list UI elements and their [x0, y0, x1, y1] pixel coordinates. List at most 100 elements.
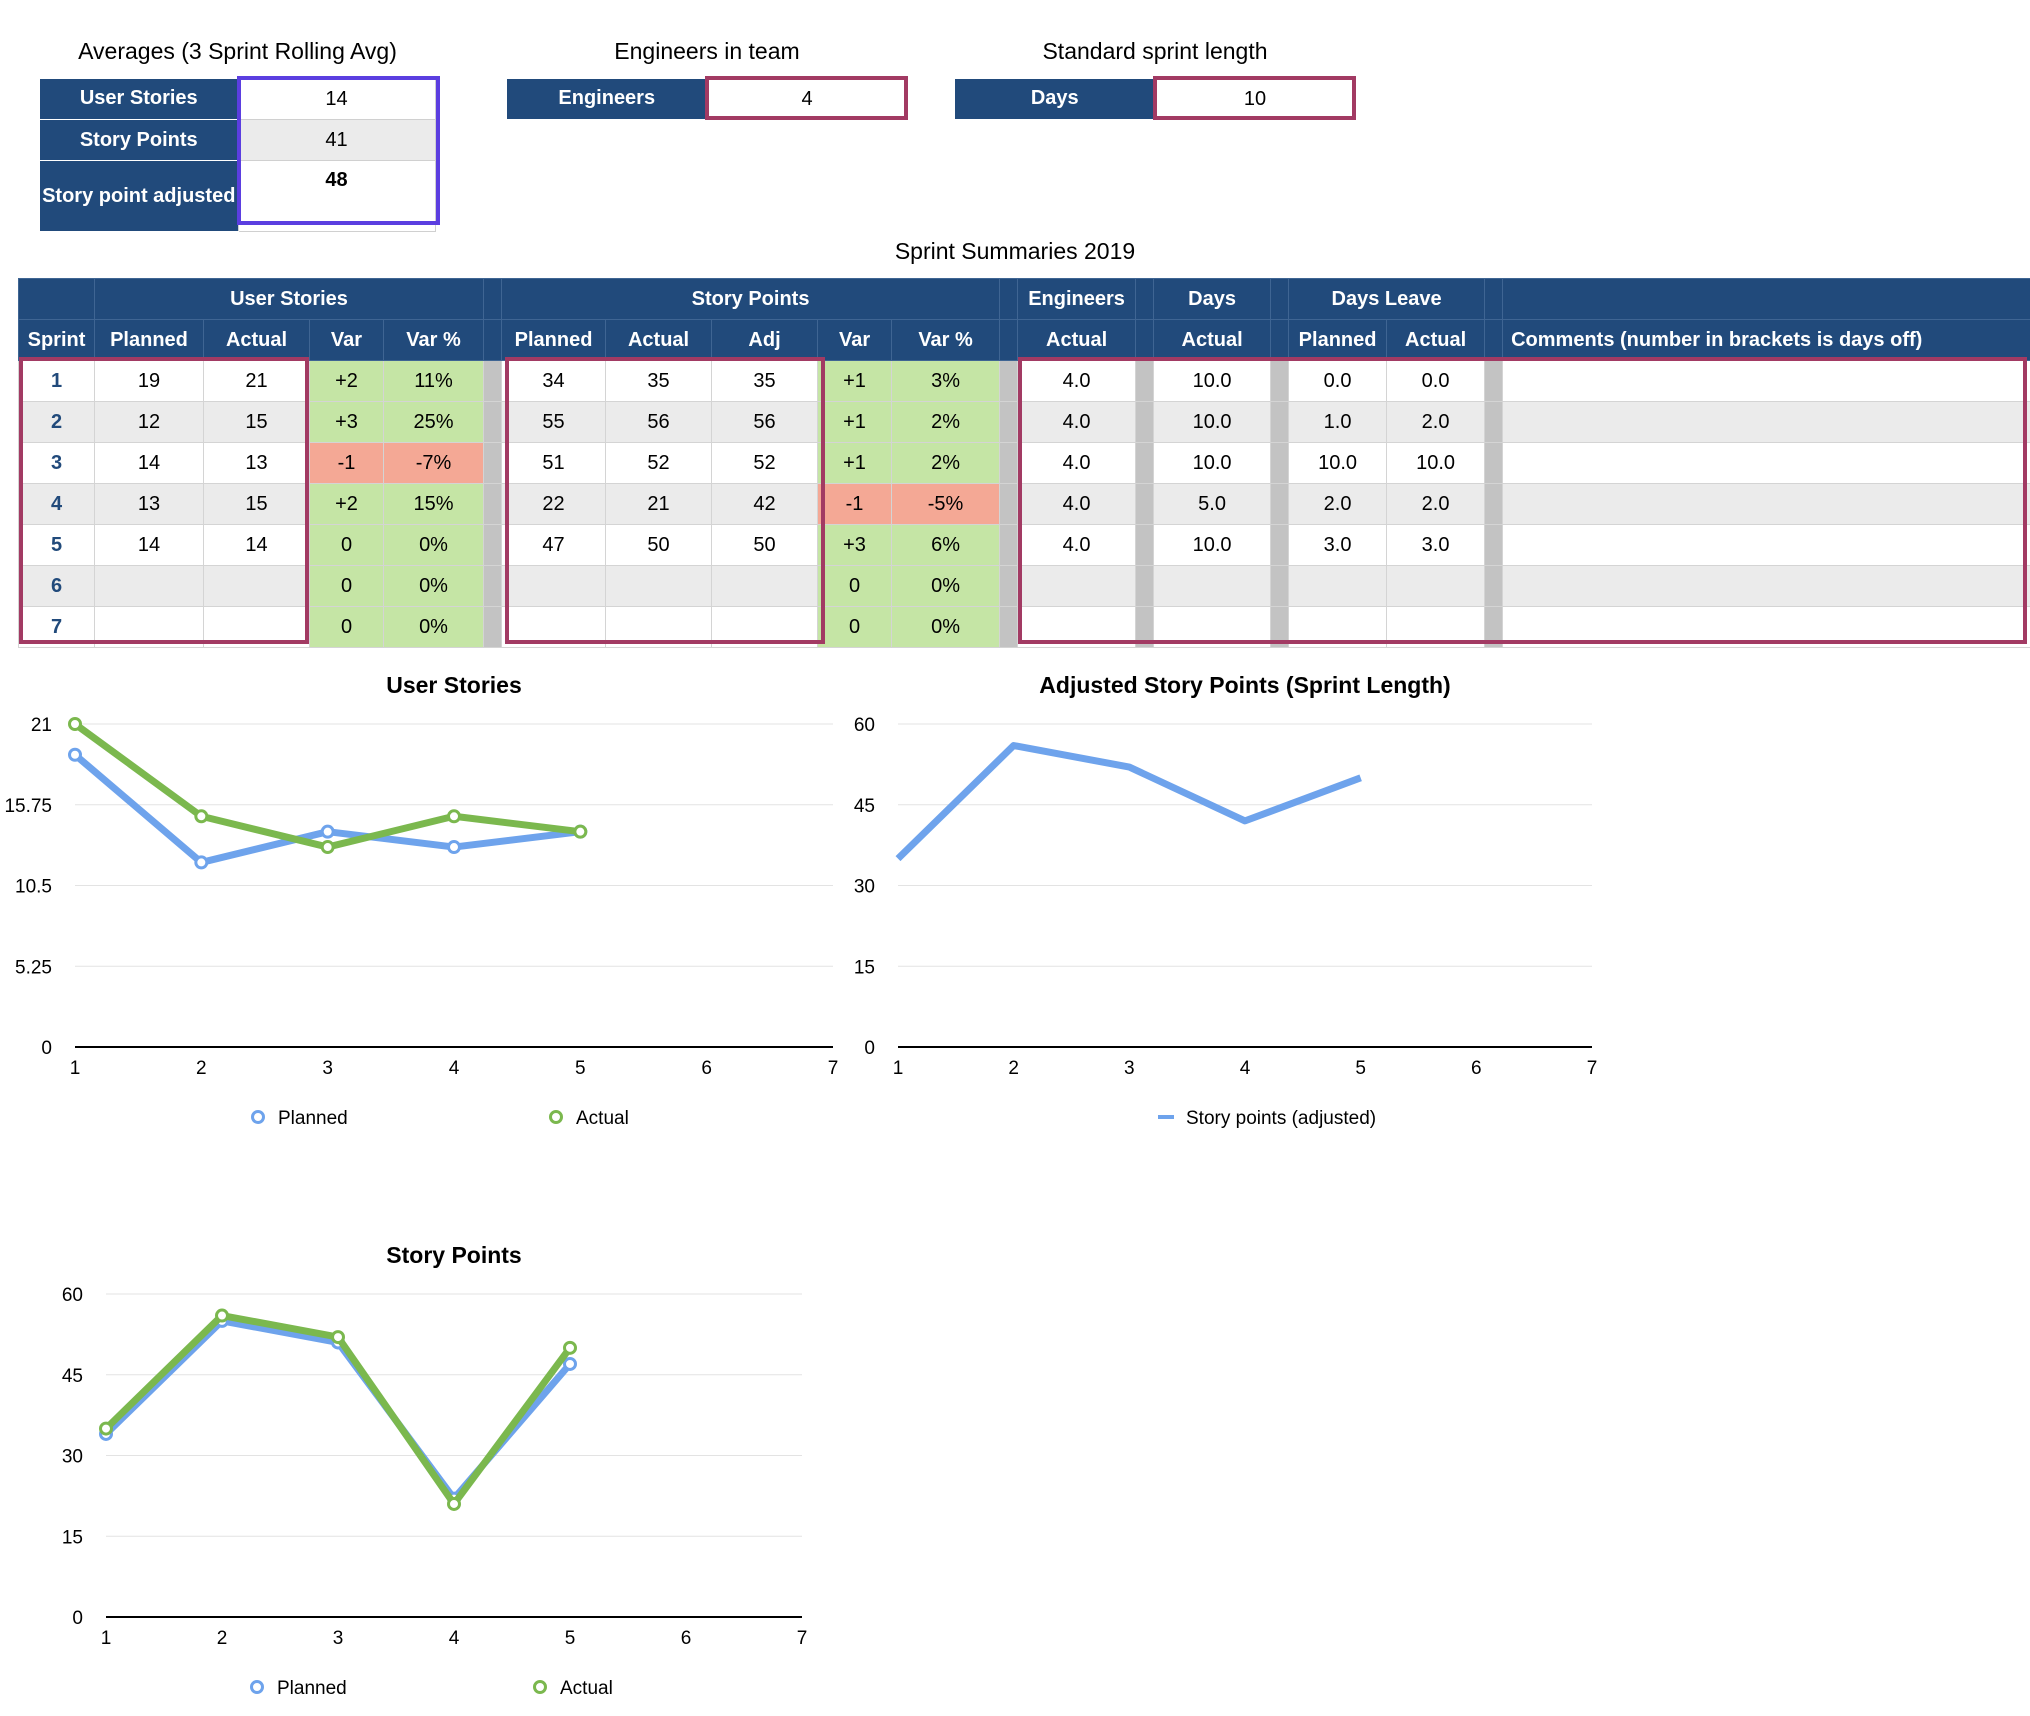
cell-us-planned[interactable]	[94, 565, 204, 607]
engineers-value[interactable]: 4	[706, 78, 908, 120]
cell-comments[interactable]	[1502, 360, 2030, 402]
data-point[interactable]	[563, 1340, 577, 1355]
cell-us-actual[interactable]: 13	[203, 442, 310, 484]
legend-item[interactable]: Actual	[549, 1108, 629, 1129]
cell-sp-actual[interactable]: 52	[605, 442, 713, 484]
cell-comments[interactable]	[1502, 606, 2030, 648]
cell-leave-planned[interactable]	[1288, 606, 1388, 648]
cell-sp-actual[interactable]: 56	[605, 401, 713, 443]
cell-engineers-actual[interactable]: 4.0	[1017, 360, 1137, 402]
data-point[interactable]	[215, 1308, 229, 1323]
averages-value-user-stories[interactable]: 14	[237, 78, 436, 120]
data-point[interactable]	[573, 824, 588, 839]
engineers-label: Engineers	[507, 78, 707, 120]
cell-days-actual[interactable]: 10.0	[1153, 401, 1272, 443]
legend-item[interactable]: Planned	[251, 1108, 348, 1129]
cell-leave-actual[interactable]: 2.0	[1386, 401, 1486, 443]
averages-value-story-points[interactable]: 41	[237, 119, 436, 161]
cell-sp-planned[interactable]: 47	[501, 524, 607, 566]
cell-sp-planned[interactable]: 51	[501, 442, 607, 484]
cell-leave-actual[interactable]: 2.0	[1386, 483, 1486, 525]
cell-leave-planned[interactable]	[1288, 565, 1388, 607]
data-point[interactable]	[68, 717, 82, 731]
cell-sp-planned[interactable]	[501, 565, 607, 607]
cell-comments[interactable]	[1502, 524, 2030, 566]
cell-days-actual[interactable]: 10.0	[1153, 442, 1272, 484]
data-point[interactable]	[447, 1496, 461, 1511]
cell-engineers-actual[interactable]: 4.0	[1017, 442, 1137, 484]
averages-value-story-point-adjusted[interactable]: 48	[237, 160, 436, 232]
cell-leave-planned[interactable]: 3.0	[1288, 524, 1388, 566]
data-point[interactable]	[331, 1330, 345, 1345]
cell-comments[interactable]	[1502, 565, 2030, 607]
cell-days-actual[interactable]: 10.0	[1153, 524, 1272, 566]
cell-us-planned[interactable]: 12	[94, 401, 204, 443]
legend-item[interactable]: Story points (adjusted)	[1158, 1108, 1376, 1129]
cell-us-actual[interactable]	[203, 565, 310, 607]
cell-sp-actual[interactable]: 21	[605, 483, 713, 525]
legend-item[interactable]: Actual	[533, 1678, 613, 1699]
data-point[interactable]	[194, 809, 209, 824]
cell-sp-planned[interactable]: 34	[501, 360, 607, 402]
cell-engineers-actual[interactable]: 4.0	[1017, 483, 1137, 525]
cell-sp-actual[interactable]	[605, 565, 713, 607]
cell-leave-actual[interactable]	[1386, 565, 1486, 607]
cell-leave-actual[interactable]	[1386, 606, 1486, 648]
data-point[interactable]	[68, 747, 82, 762]
cell-leave-actual[interactable]: 3.0	[1386, 524, 1486, 566]
data-point[interactable]	[320, 824, 335, 839]
cell-leave-planned[interactable]: 10.0	[1288, 442, 1388, 484]
cell-us-planned[interactable]: 13	[94, 483, 204, 525]
cell-sp-actual[interactable]: 50	[605, 524, 713, 566]
cell-sp-adj[interactable]: 50	[711, 524, 819, 566]
cell-days-actual[interactable]	[1153, 565, 1272, 607]
cell-us-actual[interactable]: 15	[203, 483, 310, 525]
cell-us-actual[interactable]: 14	[203, 524, 310, 566]
cell-us-actual[interactable]: 15	[203, 401, 310, 443]
cell-sp-adj[interactable]: 52	[711, 442, 819, 484]
cell-engineers-actual[interactable]: 4.0	[1017, 401, 1137, 443]
data-point[interactable]	[447, 840, 461, 855]
y-tick-label: 0	[72, 1608, 83, 1629]
cell-sp-adj[interactable]	[711, 606, 819, 648]
cell-leave-planned[interactable]: 0.0	[1288, 360, 1388, 402]
cell-sp-adj[interactable]	[711, 565, 819, 607]
legend-item[interactable]: Planned	[250, 1678, 347, 1699]
cell-us-planned[interactable]: 14	[94, 524, 204, 566]
cell-leave-actual[interactable]: 10.0	[1386, 442, 1486, 484]
data-point[interactable]	[563, 1356, 577, 1371]
cell-sp-planned[interactable]	[501, 606, 607, 648]
cell-leave-planned[interactable]: 1.0	[1288, 401, 1388, 443]
cell-days-actual[interactable]: 10.0	[1153, 360, 1272, 402]
cell-us-actual[interactable]: 21	[203, 360, 310, 402]
cell-engineers-actual[interactable]	[1017, 606, 1137, 648]
cell-sp-adj[interactable]: 42	[711, 483, 819, 525]
data-point[interactable]	[320, 840, 335, 855]
cell-us-actual[interactable]	[203, 606, 310, 648]
cell-sp-actual[interactable]	[605, 606, 713, 648]
cell-leave-actual[interactable]: 0.0	[1386, 360, 1486, 402]
legend-marker-icon	[250, 1680, 264, 1694]
cell-us-planned[interactable]	[94, 606, 204, 648]
cell-sp-adj[interactable]: 56	[711, 401, 819, 443]
cell-sprint: 4	[18, 483, 95, 525]
cell-leave-planned[interactable]: 2.0	[1288, 483, 1388, 525]
data-point[interactable]	[194, 855, 209, 870]
cell-sp-planned[interactable]: 55	[501, 401, 607, 443]
cell-sp-adj[interactable]: 35	[711, 360, 819, 402]
cell-sp-actual[interactable]: 35	[605, 360, 713, 402]
x-tick-label: 4	[1240, 1058, 1251, 1079]
cell-comments[interactable]	[1502, 401, 2030, 443]
cell-days-actual[interactable]: 5.0	[1153, 483, 1272, 525]
cell-us-planned[interactable]: 19	[94, 360, 204, 402]
data-point[interactable]	[99, 1421, 113, 1436]
cell-days-actual[interactable]	[1153, 606, 1272, 648]
cell-engineers-actual[interactable]: 4.0	[1017, 524, 1137, 566]
cell-us-planned[interactable]: 14	[94, 442, 204, 484]
cell-sp-planned[interactable]: 22	[501, 483, 607, 525]
sprint-length-value[interactable]: 10	[1154, 78, 1356, 120]
cell-comments[interactable]	[1502, 442, 2030, 484]
cell-engineers-actual[interactable]	[1017, 565, 1137, 607]
data-point[interactable]	[447, 809, 461, 824]
cell-comments[interactable]	[1502, 483, 2030, 525]
